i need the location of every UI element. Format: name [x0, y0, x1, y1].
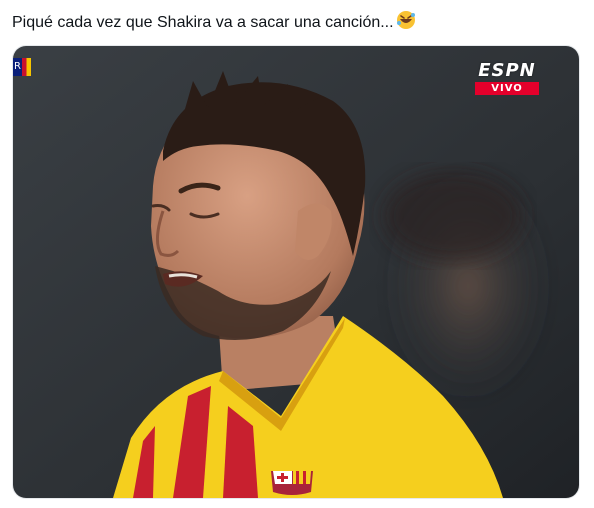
espn-logo: ESPN	[478, 60, 536, 81]
live-label: VIVO	[475, 82, 539, 95]
post-image[interactable]: R ESPN VIVO	[12, 45, 580, 499]
post-caption: Piqué cada vez que Shakira va a sacar un…	[12, 14, 394, 31]
scorebug-corner: R	[13, 58, 31, 76]
club-crest-icon	[271, 471, 313, 495]
rolling-on-floor-laughing-emoji-icon	[396, 10, 416, 37]
espn-live-badge: ESPN VIVO	[475, 62, 539, 95]
scorebug-label: R	[14, 61, 21, 72]
footballer-photo	[13, 46, 579, 498]
post-text: Piqué cada vez que Shakira va a sacar un…	[12, 10, 582, 37]
